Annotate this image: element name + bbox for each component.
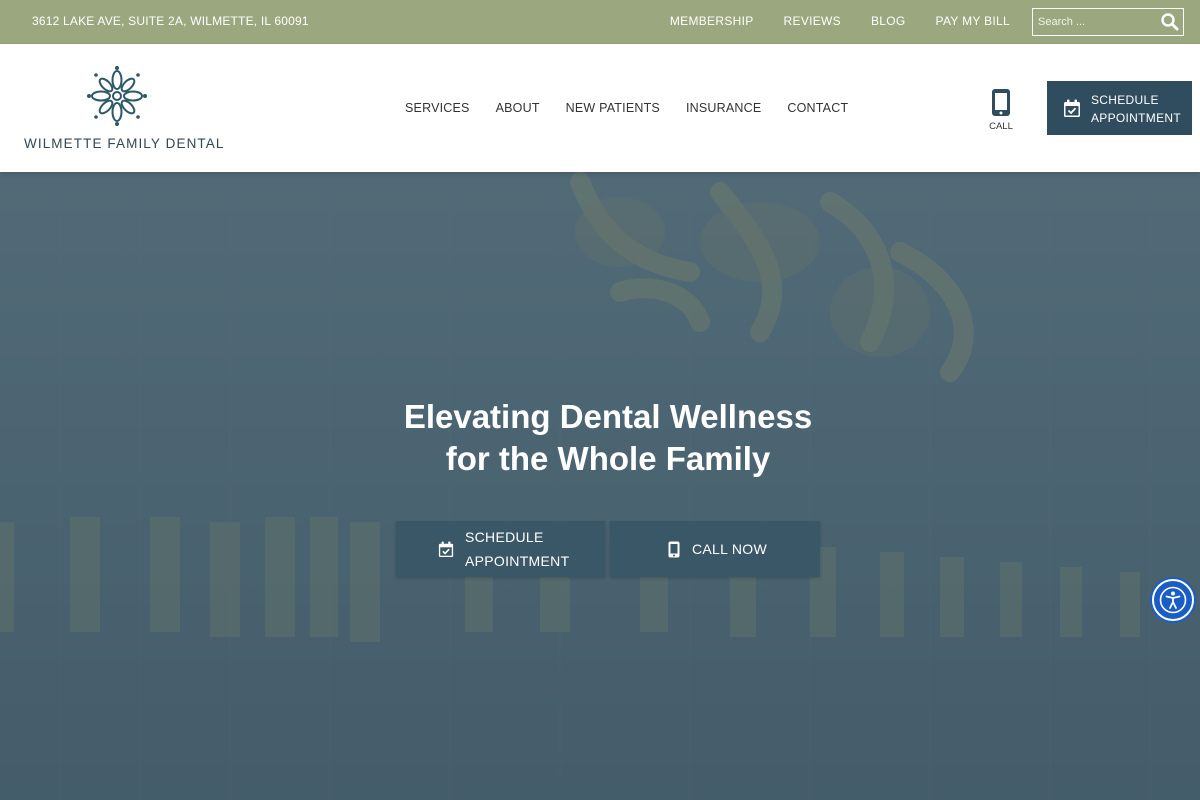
site-header: WILMETTE FAMILY DENTAL SERVICES ABOUT NE… bbox=[0, 44, 1200, 172]
search-input[interactable] bbox=[1033, 9, 1157, 35]
search-box bbox=[1032, 8, 1184, 36]
blog-link[interactable]: BLOG bbox=[871, 14, 906, 28]
nav-insurance[interactable]: INSURANCE bbox=[686, 101, 761, 115]
call-label: CALL bbox=[989, 121, 1013, 132]
hero-title: Elevating Dental Wellness for the Whole … bbox=[300, 396, 916, 480]
nav-about[interactable]: ABOUT bbox=[496, 101, 540, 115]
hero-call-now-button[interactable]: CALL NOW bbox=[610, 521, 820, 577]
hero-background-image bbox=[0, 172, 1200, 800]
hero-schedule-label: SCHEDULE APPOINTMENT bbox=[465, 529, 570, 569]
calendar-check-icon bbox=[438, 541, 454, 558]
schedule-button-label: SCHEDULE APPOINTMENT bbox=[1091, 93, 1181, 125]
call-link[interactable]: CALL bbox=[984, 86, 1018, 136]
accessibility-icon bbox=[1159, 586, 1187, 614]
hero-title-line-1: Elevating Dental Wellness bbox=[403, 398, 813, 435]
nav-contact[interactable]: CONTACT bbox=[787, 101, 848, 115]
hero-title-line-2: for the Whole Family bbox=[445, 440, 771, 477]
accessibility-widget-button[interactable] bbox=[1152, 579, 1194, 621]
hero-schedule-appointment-button[interactable]: SCHEDULE APPOINTMENT bbox=[396, 521, 605, 577]
site-logo[interactable]: WILMETTE FAMILY DENTAL bbox=[22, 66, 223, 156]
nav-new-patients[interactable]: NEW PATIENTS bbox=[566, 101, 660, 115]
nav-services[interactable]: SERVICES bbox=[405, 101, 470, 115]
search-icon[interactable] bbox=[1160, 12, 1180, 32]
calendar-check-icon bbox=[1064, 99, 1080, 117]
reviews-link[interactable]: REVIEWS bbox=[784, 14, 841, 28]
pay-my-bill-link[interactable]: PAY MY BILL bbox=[936, 14, 1010, 28]
brand-name: WILMETTE FAMILY DENTAL bbox=[24, 136, 225, 151]
hero-section: Elevating Dental Wellness for the Whole … bbox=[0, 172, 1200, 800]
office-address: 3612 LAKE AVE, SUITE 2A, WILMETTE, IL 60… bbox=[32, 14, 309, 28]
top-bar: 3612 LAKE AVE, SUITE 2A, WILMETTE, IL 60… bbox=[0, 0, 1200, 44]
mandala-logo-icon bbox=[87, 66, 147, 126]
utility-nav: MEMBERSHIP REVIEWS BLOG PAY MY BILL bbox=[670, 14, 1010, 28]
phone-icon bbox=[668, 541, 680, 558]
main-nav: SERVICES ABOUT NEW PATIENTS INSURANCE CO… bbox=[405, 101, 848, 115]
hero-call-now-label: CALL NOW bbox=[692, 541, 768, 557]
phone-icon bbox=[992, 89, 1010, 116]
schedule-appointment-button[interactable]: SCHEDULE APPOINTMENT bbox=[1047, 81, 1192, 135]
membership-link[interactable]: MEMBERSHIP bbox=[670, 14, 754, 28]
